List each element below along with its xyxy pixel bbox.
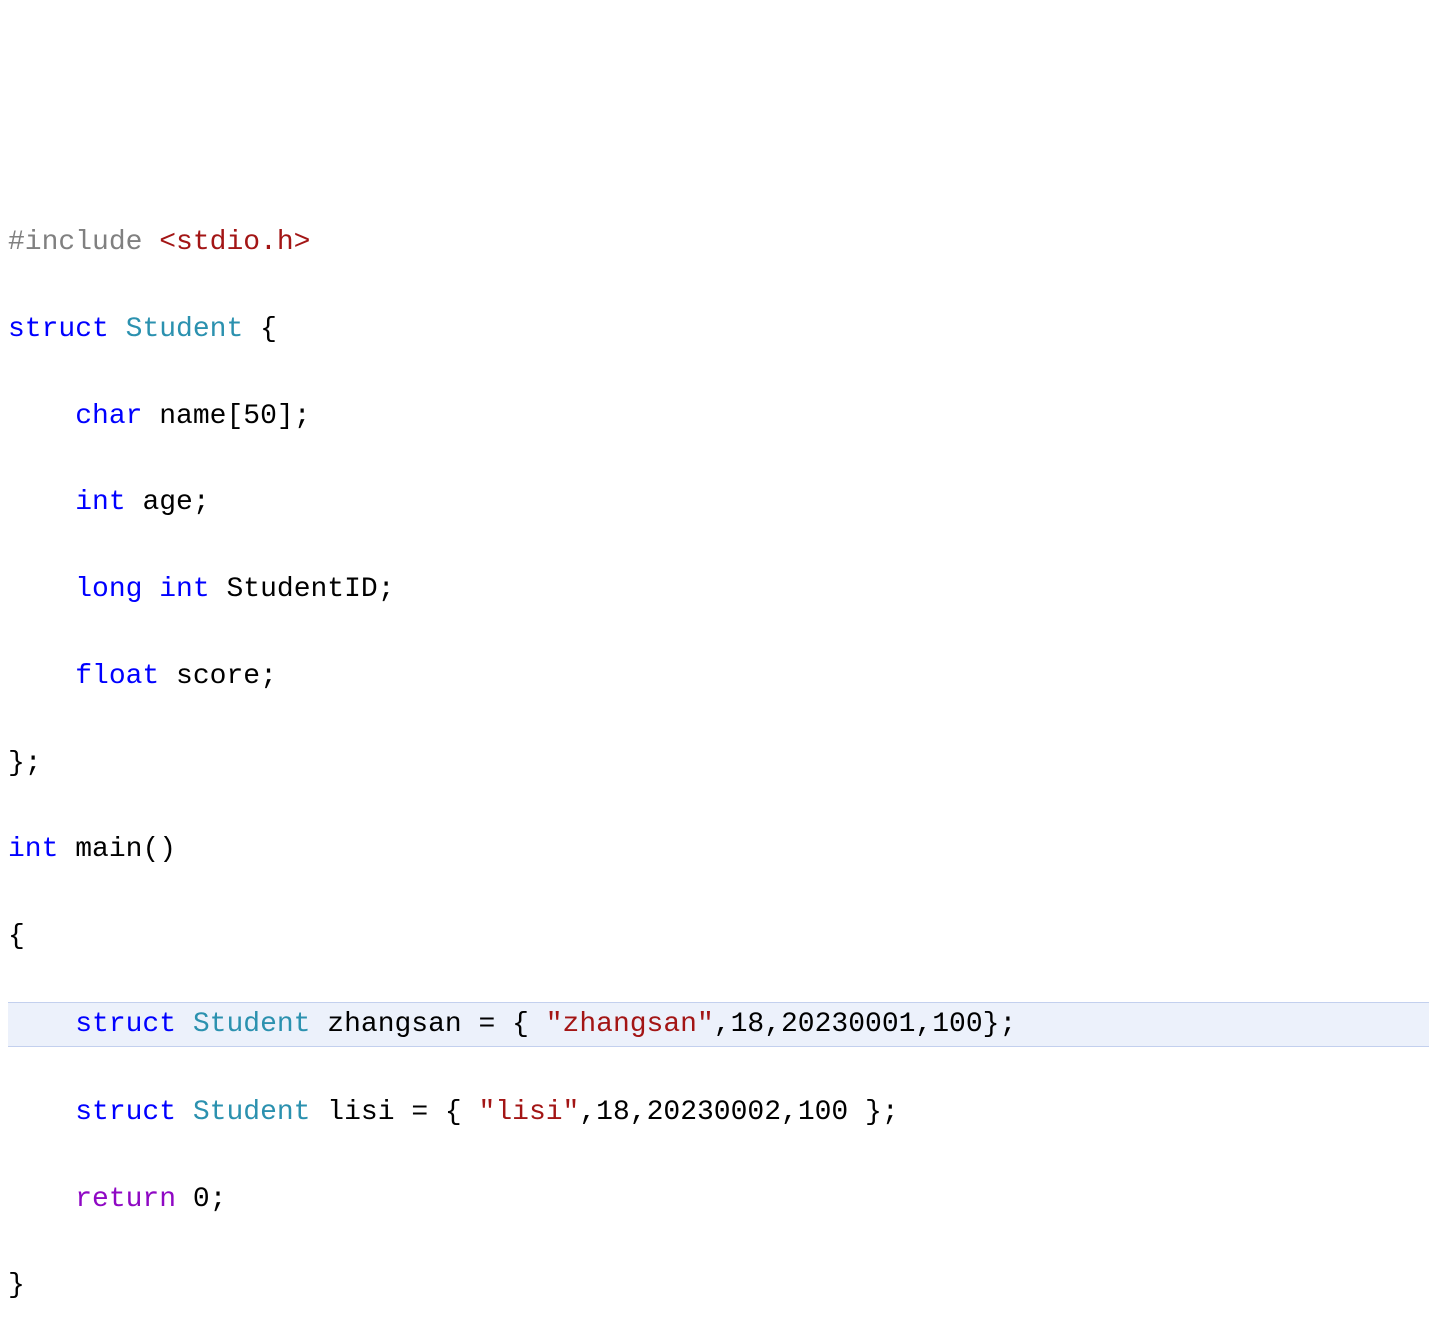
identifier: score [176, 661, 260, 692]
number-literal: 100 [798, 1097, 848, 1128]
type-name: Student [126, 314, 244, 345]
code-line: return 0; [8, 1178, 1429, 1221]
identifier: zhangsan [327, 1009, 461, 1040]
number-literal: 50 [243, 401, 277, 432]
number-literal: 100 [932, 1009, 982, 1040]
keyword: int [75, 487, 125, 518]
code-line: float score; [8, 655, 1429, 698]
number-literal: 18 [596, 1097, 630, 1128]
function-name: main [75, 834, 142, 865]
number-literal: 20230002 [647, 1097, 781, 1128]
keyword: struct [8, 314, 109, 345]
keyword: int [159, 574, 209, 605]
identifier: StudentID [226, 574, 377, 605]
keyword: char [75, 401, 142, 432]
keyword: long [75, 574, 142, 605]
type-name: Student [193, 1009, 311, 1040]
code-line-highlighted: struct Student zhangsan = { "zhangsan",1… [8, 1002, 1429, 1047]
code-line: int main() [8, 828, 1429, 871]
number-literal: 20230001 [781, 1009, 915, 1040]
identifier: lisi [327, 1097, 394, 1128]
code-line: } [8, 1264, 1429, 1307]
code-line: char name[50]; [8, 395, 1429, 438]
type-name: Student [193, 1097, 311, 1128]
code-line: struct Student { [8, 308, 1429, 351]
code-line: int age; [8, 481, 1429, 524]
number-literal: 18 [731, 1009, 765, 1040]
code-block: #include <stdio.h> struct Student { char… [8, 178, 1429, 1344]
code-line: struct Student lisi = { "lisi",18,202300… [8, 1091, 1429, 1134]
keyword: struct [75, 1009, 176, 1040]
preprocessor: #include [8, 227, 142, 258]
keyword: int [8, 834, 58, 865]
keyword: float [75, 661, 159, 692]
number-literal: 0 [193, 1184, 210, 1215]
string-literal: "zhangsan" [546, 1009, 714, 1040]
include-path: <stdio.h> [159, 227, 310, 258]
identifier: age [142, 487, 192, 518]
string-literal: "lisi" [479, 1097, 580, 1128]
code-line: { [8, 915, 1429, 958]
code-line: long int StudentID; [8, 568, 1429, 611]
code-line: }; [8, 742, 1429, 785]
identifier: name [159, 401, 226, 432]
keyword: struct [75, 1097, 176, 1128]
code-line: #include <stdio.h> [8, 221, 1429, 264]
keyword-return: return [75, 1184, 176, 1215]
